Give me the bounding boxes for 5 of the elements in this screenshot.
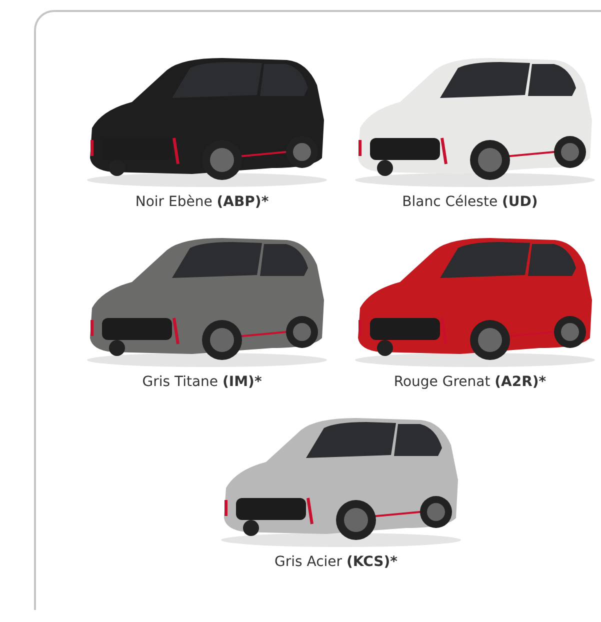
color-name-label: Rouge Grenat (A2R)* [394,374,546,390]
color-name-label: Noir Ebène (ABP)* [135,194,269,210]
color-name-label: Blanc Céleste (UD) [402,194,538,210]
color-name-label: Gris Acier (KCS)* [274,554,398,570]
color-name-label: Gris Titane (IM)* [142,374,262,390]
